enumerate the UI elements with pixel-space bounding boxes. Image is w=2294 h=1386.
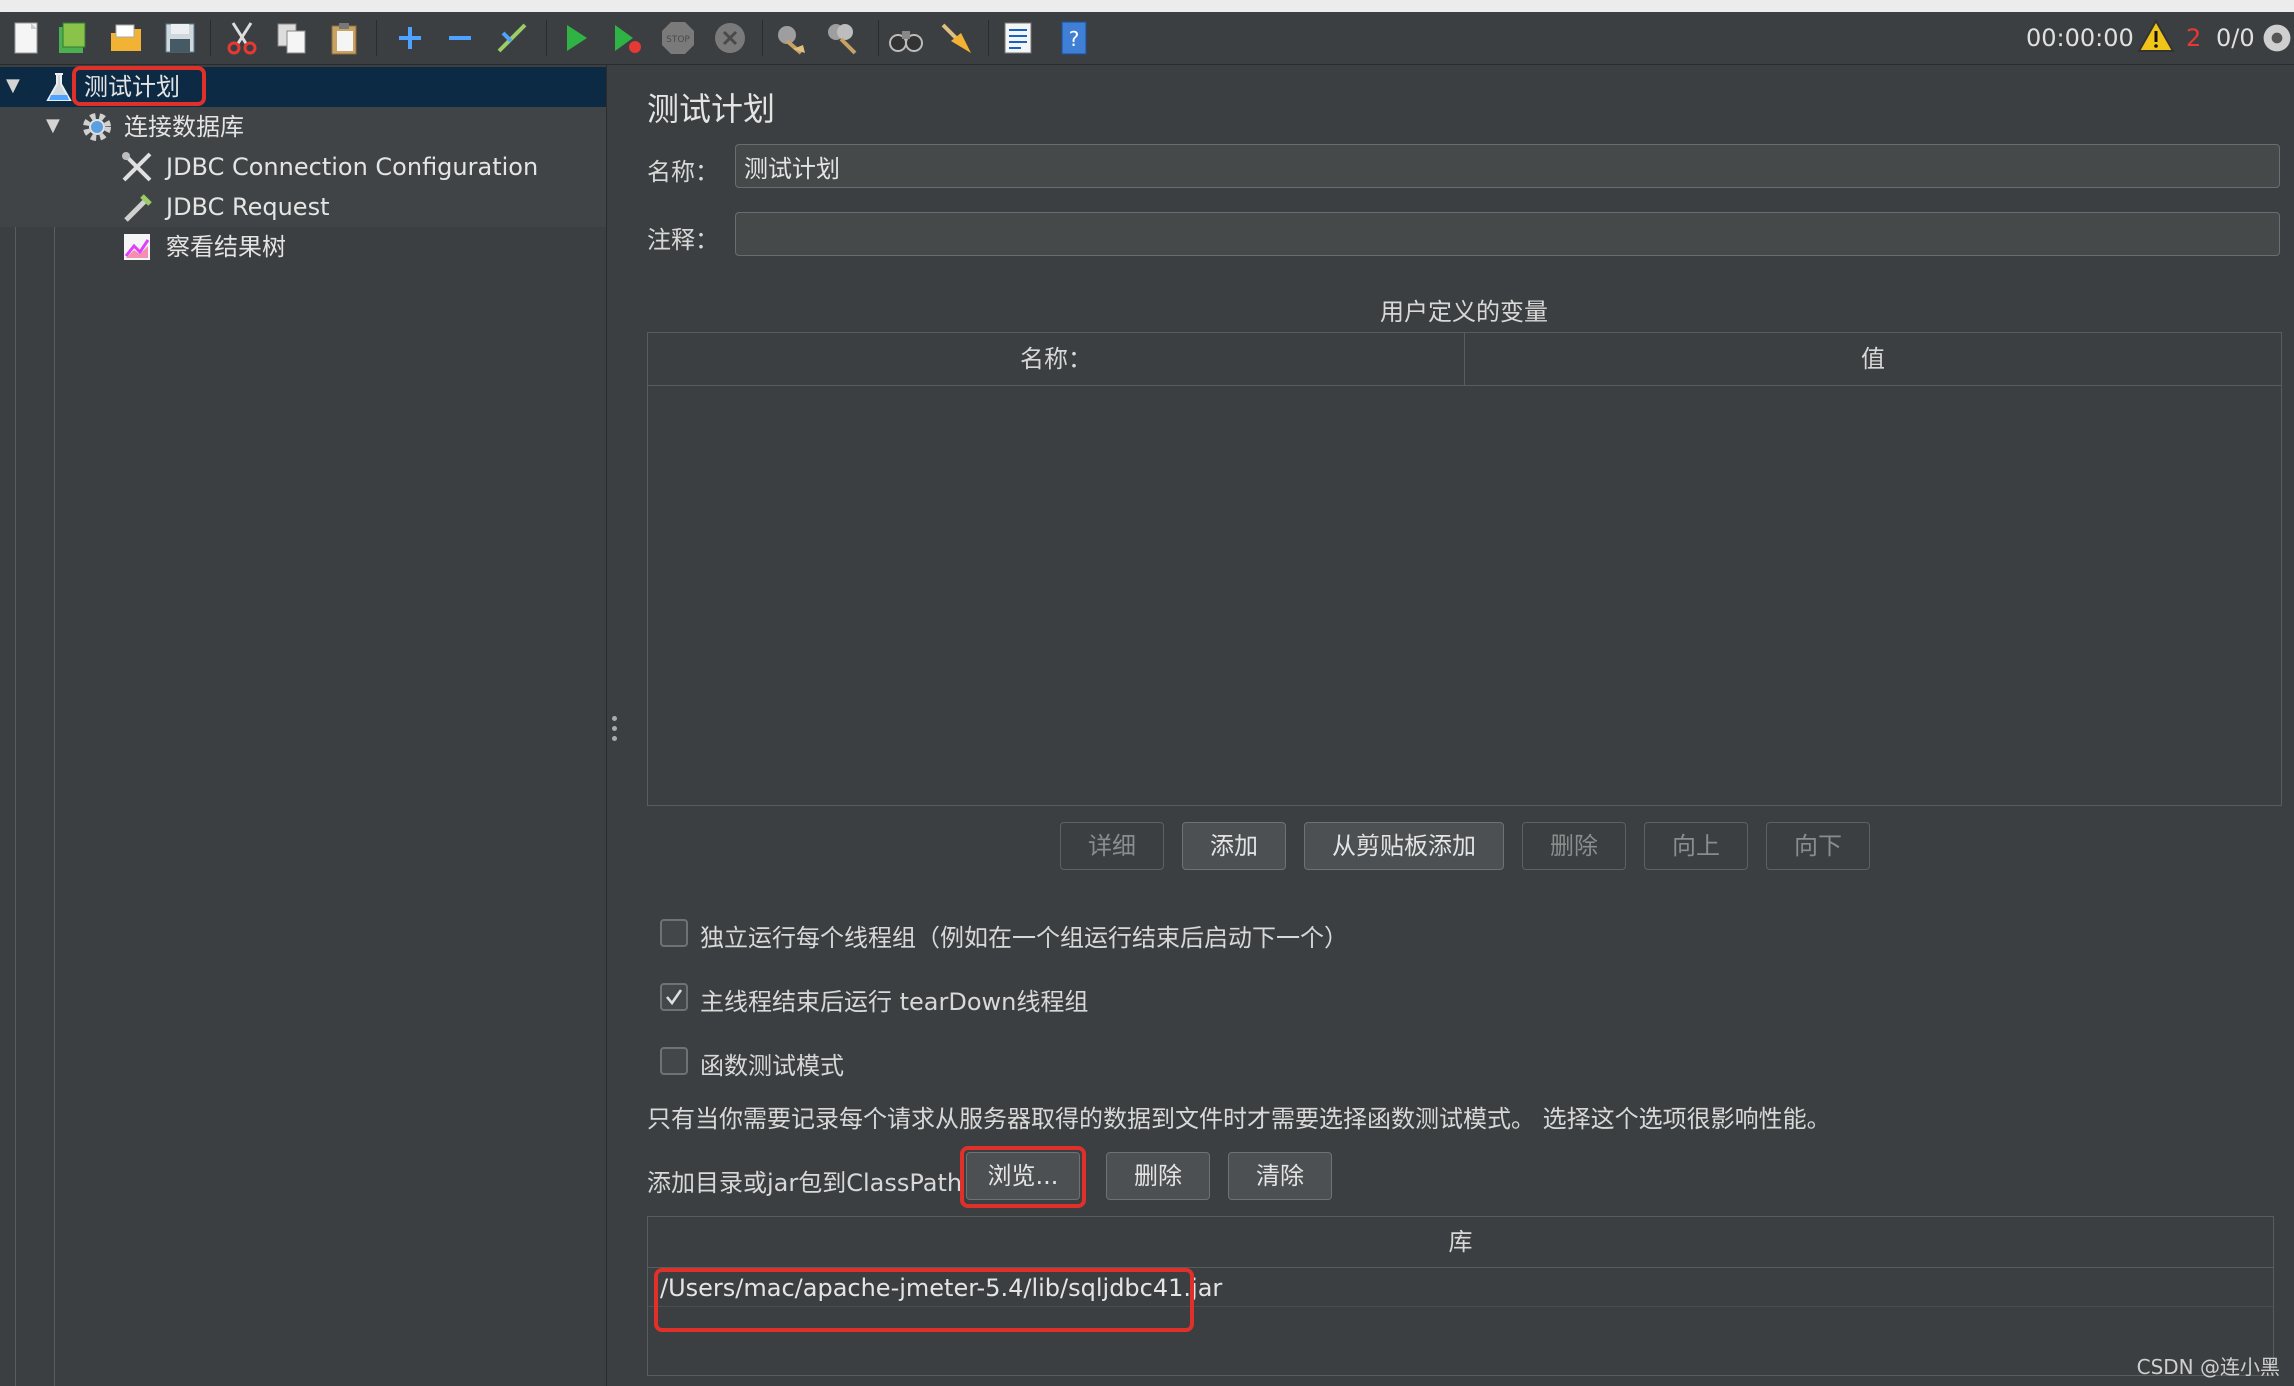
clear-all-icon[interactable] [822,18,862,58]
tree-item-label: JDBC Connection Configuration [166,153,539,181]
add-button[interactable]: 添加 [1182,822,1286,870]
serial-threads-checkbox[interactable] [660,919,688,947]
name-label: 名称： [647,158,719,186]
warning-count[interactable]: 2 [2186,24,2201,52]
comment-label: 注释： [647,226,719,254]
toolbar-separator [762,20,763,56]
paste-icon[interactable] [324,18,364,58]
functional-mode-label: 函数测试模式 [700,1052,844,1080]
svg-text:?: ? [1069,27,1080,51]
column-header-library[interactable]: 库 [648,1217,2273,1268]
copy-icon[interactable] [272,18,312,58]
collapse-icon[interactable] [440,18,480,58]
highlight-outline [72,66,206,106]
move-down-button[interactable]: 向下 [1766,822,1870,870]
caret-down-icon[interactable]: ▼ [6,75,20,96]
open-icon[interactable] [106,18,146,58]
expand-icon[interactable] [390,18,430,58]
tree-guide-line [15,93,16,1386]
test-plan-tree: ▼ 测试计划 ▼ 连接数据库 JDBC Connection Configura… [0,65,606,1386]
tree-item-label: 连接数据库 [124,113,244,141]
help-icon[interactable]: ? [1054,18,1094,58]
watermark: CSDN @连小黑 [2136,1355,2280,1379]
shutdown-icon[interactable] [710,18,750,58]
highlight-outline [654,1268,1194,1332]
toggle-icon[interactable] [492,18,532,58]
clear-icon[interactable] [770,18,810,58]
toolbar-separator [210,20,211,56]
serial-threads-label: 独立运行每个线程组（例如在一个组运行结束后启动下一个） [700,924,1348,952]
classpath-delete-button[interactable]: 删除 [1106,1152,1210,1200]
highlight-outline [960,1146,1086,1208]
cut-icon[interactable] [222,18,262,58]
start-icon[interactable] [556,18,596,58]
move-up-button[interactable]: 向上 [1644,822,1748,870]
column-header-value[interactable]: 值 [1465,333,2281,386]
svg-text:STOP: STOP [666,35,690,45]
toolbar-separator [546,20,547,56]
user-defined-variables-title: 用户定义的变量 [1380,298,1548,326]
pipette-icon [124,194,152,222]
gear-icon [83,113,111,141]
tree-item-label: 察看结果树 [166,233,286,261]
functional-mode-checkbox[interactable] [660,1047,688,1075]
stop-icon[interactable]: STOP [658,18,698,58]
comment-field[interactable] [735,212,2280,256]
save-icon[interactable] [160,18,200,58]
remote-icon[interactable] [2260,18,2294,58]
toolbar-separator [878,20,879,56]
teardown-label: 主线程结束后运行 tearDown线程组 [700,988,1089,1016]
delete-button[interactable]: 删除 [1522,822,1626,870]
start-no-pause-icon[interactable] [606,18,646,58]
search-icon[interactable] [886,18,926,58]
add-from-clipboard-button[interactable]: 从剪贴板添加 [1304,822,1504,870]
teardown-checkbox[interactable] [660,983,688,1011]
page-title: 测试计划 [647,90,776,128]
toolbar-separator [376,20,377,56]
warning-icon[interactable] [2136,16,2176,56]
function-helper-icon[interactable] [998,18,1038,58]
wrench-icon [122,152,152,182]
column-header-name[interactable]: 名称： [648,333,1465,386]
tree-item-view-results-tree[interactable]: 察看结果树 [0,227,606,267]
user-variables-table[interactable]: 名称： 值 [647,332,2282,806]
toolbar-separator [988,20,989,56]
tree-item-label: JDBC Request [166,193,330,221]
functional-mode-note: 只有当你需要记录每个请求从服务器取得的数据到文件时才需要选择函数测试模式。 选择… [647,1105,1831,1133]
elapsed-timer: 00:00:00 [2026,24,2134,52]
tree-guide-line [54,133,55,1386]
splitter-handle-icon[interactable] [612,716,618,746]
flask-icon [46,73,72,101]
reset-search-icon[interactable] [936,18,976,58]
active-threads: 0/0 [2216,24,2255,52]
window-top-strip [0,0,2294,12]
tree-item-thread-group[interactable]: ▼ 连接数据库 [0,107,606,147]
name-field[interactable] [735,144,2280,188]
toolbar: STOP ? 00:00:00 2 0/0 [0,12,2294,65]
caret-down-icon[interactable]: ▼ [46,115,60,136]
tree-item-jdbc-connection-configuration[interactable]: JDBC Connection Configuration [0,147,606,187]
chart-icon [124,234,150,260]
detail-button[interactable]: 详细 [1060,822,1164,870]
templates-icon[interactable] [52,18,92,58]
tree-item-jdbc-request[interactable]: JDBC Request [0,187,606,227]
classpath-clear-button[interactable]: 清除 [1228,1152,1332,1200]
classpath-label: 添加目录或jar包到ClassPath [647,1169,963,1197]
new-icon[interactable] [6,18,46,58]
checkmark-icon [666,989,683,1006]
